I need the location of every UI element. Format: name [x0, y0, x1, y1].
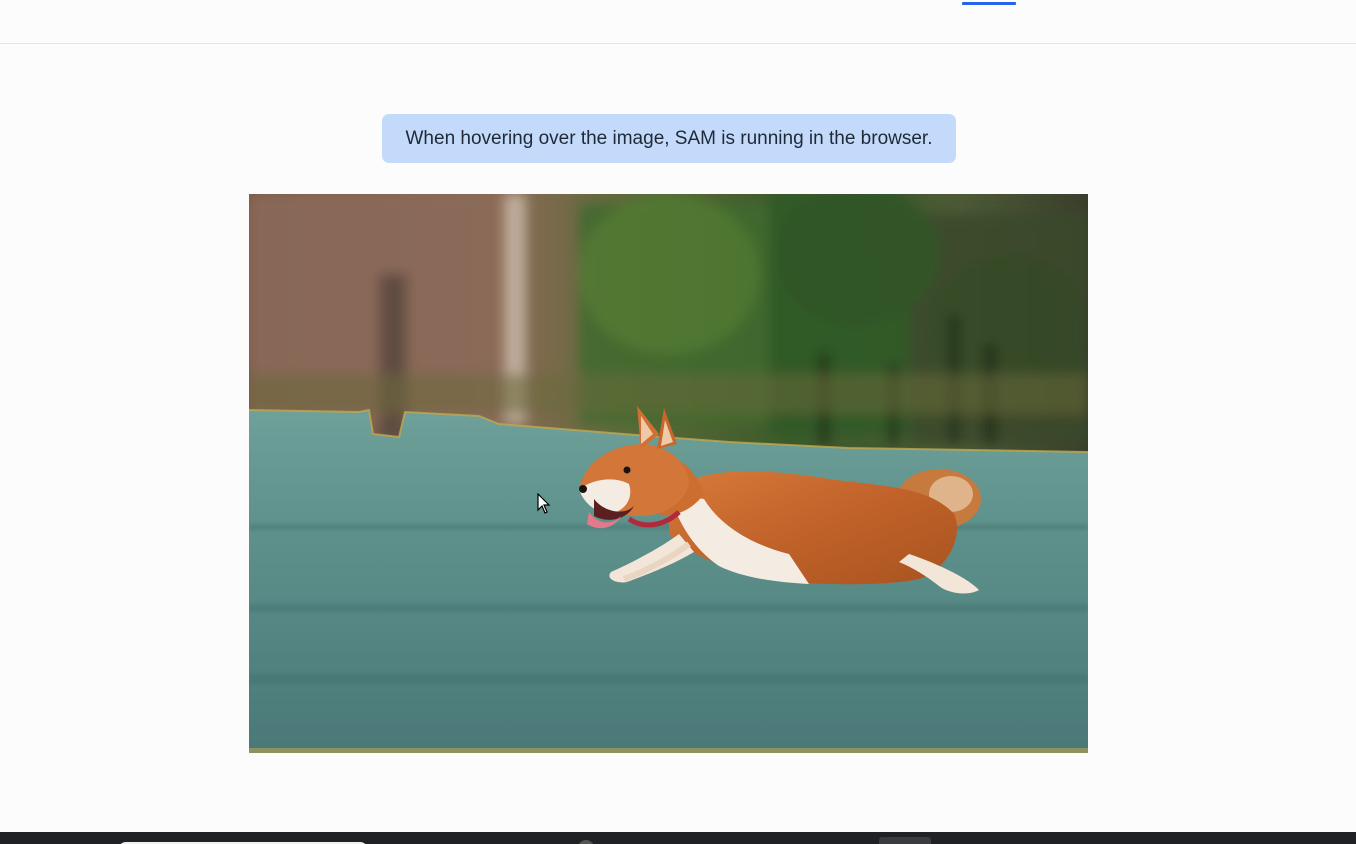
- info-banner: When hovering over the image, SAM is run…: [382, 114, 956, 163]
- nav-active-tab-indicator[interactable]: [962, 2, 1016, 5]
- segmentation-image-canvas[interactable]: [249, 194, 1088, 753]
- page: When hovering over the image, SAM is run…: [0, 0, 1356, 844]
- segmentation-image: [249, 194, 1088, 753]
- taskbar-app-button[interactable]: [879, 837, 931, 844]
- top-navigation-bar: [0, 0, 1356, 44]
- taskbar-app-icon[interactable]: [578, 840, 594, 844]
- taskbar: [0, 832, 1356, 844]
